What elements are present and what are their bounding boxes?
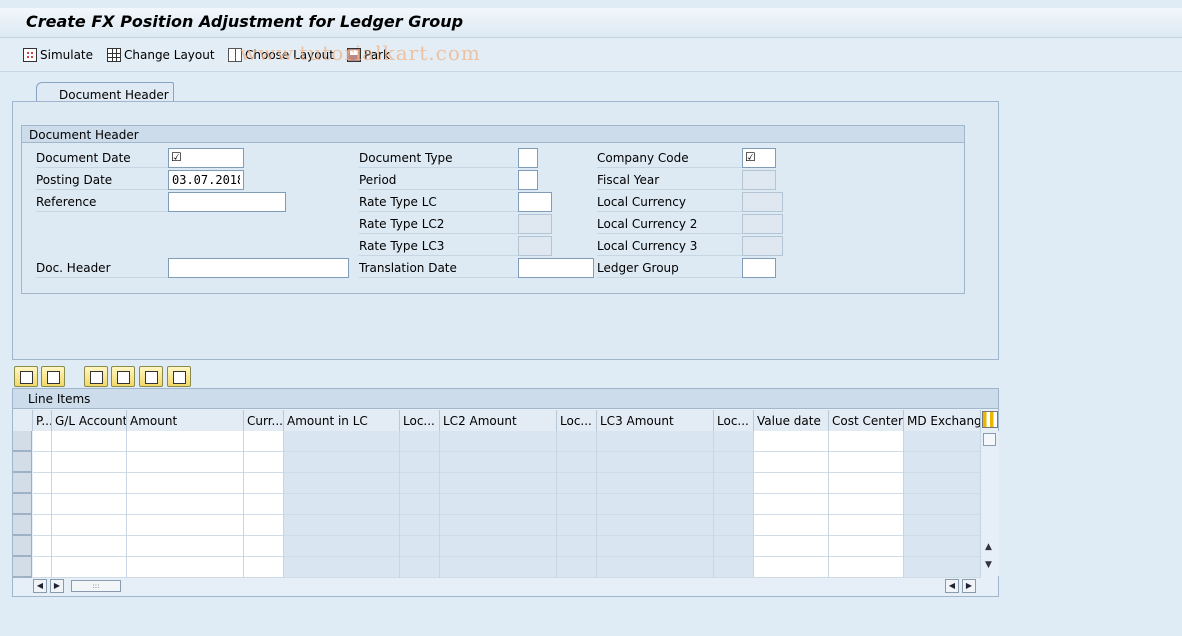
reference-field[interactable] [168, 192, 286, 212]
group-title: Document Header [22, 126, 964, 143]
page-title: Create FX Position Adjustment for Ledger… [26, 12, 464, 31]
scroll-left-icon[interactable]: ◀ [33, 579, 47, 593]
local-currency-label: Local Currency [597, 192, 743, 212]
document-header-group: Document Header Document Date ☑ Posting … [21, 125, 965, 294]
column-amount-cells[interactable] [127, 431, 244, 578]
document-header-panel: Document Header Document Date ☑ Posting … [12, 101, 999, 360]
column-local-currency-2-cells [557, 431, 597, 578]
period-label: Period [359, 170, 519, 190]
column-header-local-currency-3[interactable]: Loc... [714, 410, 754, 431]
rate-type-lc2-label: Rate Type LC2 [359, 214, 519, 234]
copy-row-icon[interactable] [84, 366, 108, 387]
local-currency-field [742, 192, 783, 212]
change-layout-button[interactable]: Change Layout [107, 46, 215, 64]
ledger-group-field[interactable] [742, 258, 776, 278]
title-bar: Create FX Position Adjustment for Ledger… [0, 8, 1182, 38]
rate-type-lc3-label: Rate Type LC3 [359, 236, 519, 256]
required-check-icon: ☑ [171, 150, 182, 164]
scroll-thumb[interactable] [983, 433, 996, 446]
local-currency-2-field [742, 214, 783, 234]
table-header-row: P... G/L Account Amount Curr... Amount i… [13, 410, 981, 431]
column-local-currency-3-cells [714, 431, 754, 578]
horizontal-scroll-thumb[interactable]: ::: [71, 580, 121, 592]
line-items-title: Line Items [13, 389, 998, 409]
column-header-value-date[interactable]: Value date [754, 410, 829, 431]
simulate-label: Simulate [40, 48, 94, 62]
document-type-label: Document Type [359, 148, 519, 168]
column-lc2-amount-cells [440, 431, 557, 578]
scroll-up-icon[interactable]: ▲ [985, 542, 992, 552]
translation-date-field[interactable] [518, 258, 594, 278]
period-field[interactable] [518, 170, 538, 190]
column-header-cost-center[interactable]: Cost Center [829, 410, 904, 431]
column-header-local-currency[interactable]: Loc... [400, 410, 440, 431]
scroll-left-end-icon[interactable]: ◀ [945, 579, 959, 593]
column-header-local-currency-2[interactable]: Loc... [557, 410, 597, 431]
column-header-amount-in-lc[interactable]: Amount in LC [284, 410, 400, 431]
simulate-icon [23, 48, 37, 62]
duplicate-row-icon[interactable] [167, 366, 191, 387]
rate-type-lc-field[interactable] [518, 192, 552, 212]
fiscal-year-label: Fiscal Year [597, 170, 743, 190]
posting-date-field[interactable] [168, 170, 244, 190]
watermark: www.tutorialkart.com [240, 41, 481, 65]
cut-row-icon[interactable] [111, 366, 135, 387]
layout-grid-icon [107, 48, 121, 62]
insert-row-icon[interactable] [14, 366, 38, 387]
simulate-button[interactable]: Simulate [23, 46, 93, 64]
local-currency-3-field [742, 236, 783, 256]
document-type-field[interactable] [518, 148, 538, 168]
rate-type-lc3-field [518, 236, 552, 256]
column-header-lc3-amount[interactable]: LC3 Amount [597, 410, 714, 431]
column-gl-account-cells[interactable] [52, 431, 127, 578]
line-items-table: Line Items P... G/L Account Amount Curr.… [12, 388, 999, 597]
column-header-md-exchange[interactable]: MD Exchange [904, 410, 981, 431]
ledger-group-label: Ledger Group [597, 258, 743, 278]
document-date-label: Document Date [36, 148, 170, 168]
change-layout-label: Change Layout [124, 48, 215, 62]
local-currency-2-label: Local Currency 2 [597, 214, 743, 234]
rate-type-lc-label: Rate Type LC [359, 192, 519, 212]
column-header-p[interactable]: P... [33, 410, 52, 431]
required-check-icon: ☑ [745, 150, 756, 164]
column-header-lc2-amount[interactable]: LC2 Amount [440, 410, 557, 431]
row-selector-column[interactable] [13, 431, 32, 578]
column-header-gl-account[interactable]: G/L Account [52, 410, 127, 431]
posting-date-label: Posting Date [36, 170, 170, 190]
scroll-right-step-icon[interactable]: ▶ [50, 579, 64, 593]
column-currency-cells[interactable] [244, 431, 284, 578]
column-md-exchange-cells [904, 431, 981, 578]
column-value-date-cells[interactable] [754, 431, 829, 578]
vertical-scrollbar[interactable]: ▲ ▼ [982, 431, 999, 576]
column-header-currency[interactable]: Curr... [244, 410, 284, 431]
column-p-cells[interactable] [33, 431, 52, 578]
column-settings-icon[interactable] [982, 411, 998, 428]
select-all-header[interactable] [13, 410, 33, 431]
column-lc3-amount-cells [597, 431, 714, 578]
company-code-label: Company Code [597, 148, 743, 168]
column-cost-center-cells[interactable] [829, 431, 904, 578]
rate-type-lc2-field [518, 214, 552, 234]
horizontal-scrollbar[interactable]: ◀ ▶ ::: ◀ ▶ [33, 579, 983, 595]
column-amount-in-lc-cells [284, 431, 400, 578]
reference-label: Reference [36, 192, 170, 212]
tab-document-header[interactable]: Document Header [36, 82, 174, 103]
local-currency-3-label: Local Currency 3 [597, 236, 743, 256]
translation-date-label: Translation Date [359, 258, 519, 278]
paste-row-icon[interactable] [139, 366, 163, 387]
column-local-currency-cells [400, 431, 440, 578]
doc-header-label: Doc. Header [36, 258, 170, 278]
doc-header-field[interactable] [168, 258, 349, 278]
delete-row-icon[interactable] [41, 366, 65, 387]
tab-strip: Document Header [14, 82, 998, 104]
application-toolbar: Simulate Change Layout Choose Layout Par… [0, 38, 1182, 72]
scroll-down-icon[interactable]: ▼ [985, 560, 992, 570]
scroll-right-icon[interactable]: ▶ [962, 579, 976, 593]
column-header-amount[interactable]: Amount [127, 410, 244, 431]
fiscal-year-field [742, 170, 776, 190]
